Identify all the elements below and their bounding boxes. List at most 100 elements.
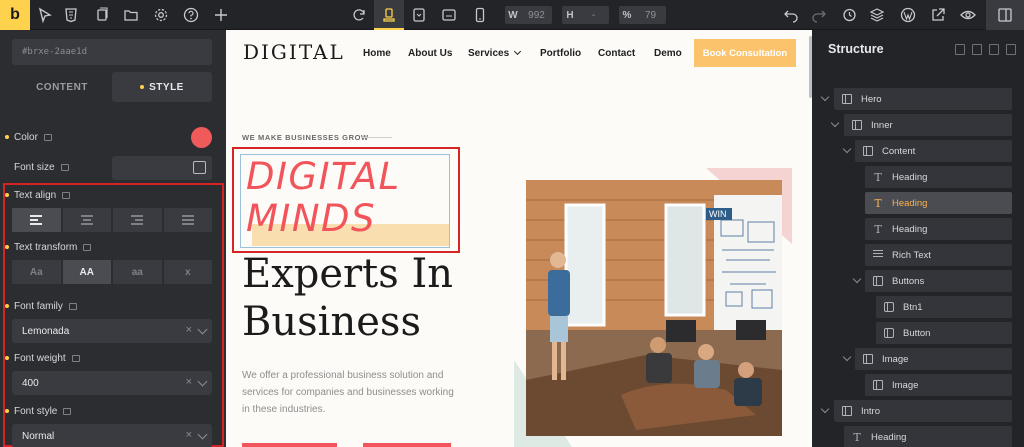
- secondary-button[interactable]: [363, 443, 451, 447]
- nav-services[interactable]: Services: [468, 47, 522, 59]
- chevron-down-icon[interactable]: [852, 274, 862, 284]
- tree-node-button[interactable]: Button: [876, 322, 1012, 344]
- nav-portfolio[interactable]: Portfolio: [540, 48, 581, 59]
- tree-node-btn1[interactable]: Btn1: [876, 296, 1012, 318]
- tree-node-label: Heading: [892, 223, 928, 235]
- breakpoint-desktop-active[interactable]: [374, 0, 404, 30]
- download-icon[interactable]: [972, 44, 982, 55]
- font-style-value: Normal: [22, 430, 55, 442]
- tree-node-label: Hero: [861, 93, 882, 105]
- align-left-option[interactable]: [12, 208, 61, 232]
- trash-icon[interactable]: [989, 44, 999, 55]
- transform-none[interactable]: x: [163, 260, 212, 284]
- align-right-option[interactable]: [113, 208, 162, 232]
- nav-contact[interactable]: Contact: [598, 48, 635, 59]
- chevron-down-icon[interactable]: [820, 404, 830, 414]
- html5-icon[interactable]: [62, 6, 80, 24]
- tree-node-heading[interactable]: T Heading: [865, 166, 1012, 188]
- width-field[interactable]: W 992: [505, 6, 552, 24]
- collapse-icon[interactable]: [1006, 44, 1016, 55]
- tablet-landscape-icon[interactable]: [410, 6, 428, 24]
- add-icon[interactable]: [212, 6, 230, 24]
- book-consultation-button[interactable]: Book Consultation: [694, 39, 796, 67]
- primary-button[interactable]: [242, 443, 337, 447]
- tree-node-image-block[interactable]: Image: [855, 348, 1012, 370]
- tree-node-heading[interactable]: T Heading: [865, 218, 1012, 240]
- pages-icon[interactable]: [93, 6, 111, 24]
- external-link-icon[interactable]: [929, 6, 947, 24]
- height-field[interactable]: H -: [562, 6, 609, 24]
- font-weight-select[interactable]: 400 ×: [12, 371, 212, 395]
- block-icon: [873, 276, 883, 286]
- zoom-field[interactable]: % 79: [619, 6, 666, 24]
- tree-node-inner[interactable]: Inner: [844, 114, 1012, 136]
- transform-uppercase[interactable]: AA: [62, 260, 111, 284]
- structure-toggle-active[interactable]: [986, 0, 1024, 30]
- width-value: 992: [528, 9, 545, 21]
- wordpress-icon[interactable]: [899, 6, 917, 24]
- chevron-down-icon[interactable]: [830, 118, 840, 128]
- unit-toggle-icon[interactable]: [193, 161, 206, 174]
- eyebrow-text: WE MAKE BUSINESSES GROW: [242, 133, 369, 142]
- align-justify-option[interactable]: [163, 208, 212, 232]
- clear-icon[interactable]: ×: [186, 376, 192, 388]
- hero-heading-line2: MINDS: [246, 197, 376, 240]
- color-picker-swatch[interactable]: [191, 127, 212, 148]
- settings-gear-icon[interactable]: [152, 6, 170, 24]
- tree-node-rich-text[interactable]: Rich Text: [865, 244, 1012, 266]
- mobile-icon[interactable]: [471, 6, 489, 24]
- modified-dot: [5, 409, 9, 413]
- element-id-field[interactable]: #brxe-2aae1d: [12, 39, 212, 65]
- font-weight-value: 400: [22, 377, 39, 389]
- font-family-value: Lemonada: [22, 325, 70, 337]
- section-icon: [842, 94, 852, 104]
- modified-dot: [5, 356, 9, 360]
- tab-style[interactable]: STYLE: [112, 72, 212, 102]
- clear-icon[interactable]: ×: [186, 324, 192, 336]
- nav-home[interactable]: Home: [363, 48, 391, 59]
- folder-icon[interactable]: [122, 6, 140, 24]
- tree-node-content[interactable]: Content: [855, 140, 1012, 162]
- structure-panel: Structure Hero Inner Content T Heading TH…: [812, 30, 1024, 447]
- tree-node-buttons[interactable]: Buttons: [865, 270, 1012, 292]
- align-center-option[interactable]: [62, 208, 111, 232]
- site-logo[interactable]: DIGITAL: [243, 40, 345, 64]
- tree-node-intro[interactable]: Intro: [834, 400, 1012, 422]
- tree-node-heading-selected[interactable]: T Heading: [865, 192, 1012, 214]
- tab-content[interactable]: CONTENT: [12, 72, 112, 102]
- nav-demo[interactable]: Demo: [654, 48, 682, 59]
- font-size-input[interactable]: [112, 156, 212, 180]
- font-family-select[interactable]: Lemonada ×: [12, 319, 212, 343]
- transform-lowercase[interactable]: aa: [113, 260, 162, 284]
- help-icon[interactable]: [182, 6, 200, 24]
- nav-about-us[interactable]: About Us: [408, 48, 452, 59]
- preview-eye-icon[interactable]: [959, 6, 977, 24]
- active-dot: [140, 85, 145, 89]
- hero-image[interactable]: WIN: [526, 180, 782, 436]
- chevron-down-icon[interactable]: [842, 352, 852, 362]
- tree-node-image[interactable]: Image: [865, 374, 1012, 396]
- redo-icon[interactable]: [810, 6, 828, 24]
- app-logo[interactable]: b: [0, 0, 30, 30]
- tablet-portrait-icon[interactable]: [440, 6, 458, 24]
- hero-description[interactable]: We offer a professional business solutio…: [242, 367, 457, 418]
- clipboard-icon[interactable]: [955, 44, 965, 55]
- chevron-down-icon[interactable]: [820, 92, 830, 102]
- height-key: H: [566, 9, 574, 21]
- tree-node-heading[interactable]: T Heading: [844, 426, 1012, 447]
- layers-icon[interactable]: [868, 6, 886, 24]
- refresh-icon[interactable]: [350, 6, 368, 24]
- preview-canvas[interactable]: DIGITAL Home About Us Services Portfolio…: [226, 30, 812, 447]
- cursor-icon[interactable]: [36, 6, 54, 24]
- style-panel: #brxe-2aae1d CONTENT STYLE Color Font si…: [0, 30, 226, 447]
- clear-icon[interactable]: ×: [186, 429, 192, 441]
- font-style-select[interactable]: Normal ×: [12, 424, 212, 447]
- align-right-icon: [131, 215, 144, 225]
- tree-node-hero[interactable]: Hero: [834, 88, 1012, 110]
- transform-capitalize[interactable]: Aa: [12, 260, 61, 284]
- chevron-down-icon[interactable]: [842, 144, 852, 154]
- history-icon[interactable]: [840, 6, 858, 24]
- hero-heading[interactable]: DIGITAL MINDS: [246, 156, 401, 240]
- subheading[interactable]: Experts In Business: [242, 250, 453, 346]
- undo-icon[interactable]: [782, 6, 800, 24]
